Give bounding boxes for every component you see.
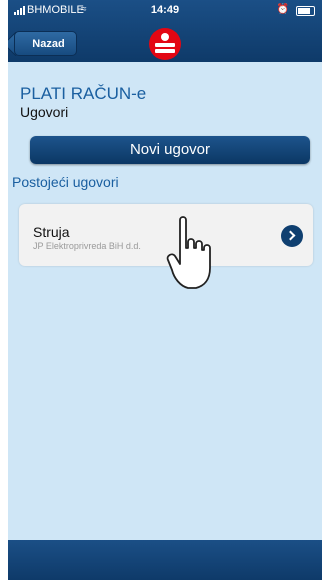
back-button[interactable]: Nazad (14, 31, 77, 56)
new-contract-button[interactable]: Novi ugovor (30, 136, 310, 164)
existing-contracts-heading: Postojeći ugovori (12, 174, 119, 190)
chevron-right-icon[interactable] (281, 225, 303, 247)
app-screen: BHMOBILE ≈ 14:49 ⏰ Nazad PLATI RAČUN-e U… (8, 0, 322, 580)
bottom-bar (8, 540, 322, 580)
alarm-icon: ⏰ (276, 4, 289, 15)
contract-company: JP Elektroprivreda BiH d.d. (33, 241, 141, 251)
page-title: PLATI RAČUN-e (20, 84, 147, 103)
bank-logo-icon (149, 28, 181, 60)
contract-name: Struja (33, 224, 70, 240)
status-bar: BHMOBILE ≈ 14:49 ⏰ (8, 0, 322, 22)
battery-icon (296, 6, 315, 16)
page-subtitle: Ugovori (20, 104, 69, 120)
status-time: 14:49 (150, 4, 180, 16)
hand-cursor-icon (166, 216, 211, 289)
top-navigation-bar: BHMOBILE ≈ 14:49 ⏰ Nazad (8, 0, 322, 62)
